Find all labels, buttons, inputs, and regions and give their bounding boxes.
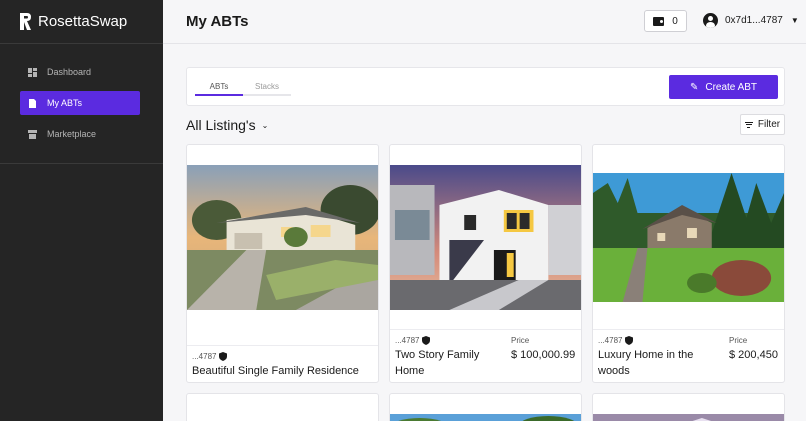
sidebar-item-my-abts[interactable]: My ABTs — [20, 91, 140, 115]
house-photo — [390, 165, 581, 310]
verified-shield-icon — [219, 352, 228, 361]
tabs-toolbar: ABTs Stacks ✎ Create ABT — [186, 67, 785, 106]
listing-card[interactable] — [389, 393, 582, 421]
sidebar-divider — [0, 163, 163, 164]
account-menu[interactable]: 0x7d1...4787 ▼ — [703, 13, 799, 28]
user-avatar-icon — [703, 13, 718, 28]
owner-address: ...4787 — [598, 336, 623, 345]
listing-card[interactable]: ...4787 Luxury Home in the woods Price $… — [592, 144, 785, 383]
wallet-count: 0 — [672, 15, 678, 27]
page-title: My ABTs — [186, 13, 249, 30]
create-abt-label: Create ABT — [705, 81, 758, 93]
house-photo — [593, 414, 784, 421]
card-owner: ...4787 — [395, 336, 431, 345]
store-icon — [28, 129, 37, 139]
house-photo — [390, 414, 581, 421]
card-info: ...4787 Two Story Family Home Price $ 10… — [390, 329, 581, 382]
sidebar-nav: Dashboard My ABTs Marketplace — [0, 44, 163, 146]
card-title: Beautiful Single Family Residence — [192, 365, 359, 377]
tab-stacks[interactable]: Stacks — [243, 82, 291, 96]
wallet-button[interactable]: 0 — [644, 10, 687, 32]
account-address: 0x7d1...4787 — [725, 15, 783, 26]
price-label: Price — [729, 336, 748, 345]
listing-card[interactable] — [186, 393, 379, 421]
create-abt-button[interactable]: ✎ Create ABT — [669, 75, 778, 99]
card-owner: ...4787 — [192, 352, 228, 361]
logo[interactable]: RosettaSwap — [0, 0, 163, 44]
top-header: My ABTs 0 0x7d1...4787 ▼ — [163, 0, 806, 44]
card-info: ...4787 Luxury Home in the woods Price $… — [593, 329, 784, 382]
card-title: Two Story Family Home — [395, 349, 480, 377]
listing-dropdown[interactable]: All Listing's ⌄ — [186, 117, 268, 133]
filter-icon — [744, 120, 753, 129]
listing-card[interactable]: ...4787 Two Story Family Home Price $ 10… — [389, 144, 582, 383]
card-info: ...4787 Beautiful Single Family Residenc… — [187, 345, 378, 382]
wallet-icon — [653, 16, 665, 26]
sidebar-item-label: Dashboard — [47, 67, 92, 77]
listing-card[interactable] — [592, 393, 785, 421]
dashboard-icon — [28, 67, 37, 77]
chevron-down-icon: ⌄ — [261, 120, 269, 130]
verified-shield-icon — [422, 336, 431, 345]
price-label: Price — [511, 336, 530, 345]
sidebar-item-marketplace[interactable]: Marketplace — [20, 122, 140, 146]
house-photo — [593, 173, 784, 302]
filter-button[interactable]: Filter — [740, 114, 785, 135]
listing-heading: All Listing's — [186, 117, 256, 133]
card-title: Luxury Home in the woods — [598, 349, 694, 377]
card-owner: ...4787 — [598, 336, 634, 345]
verified-shield-icon — [625, 336, 634, 345]
price-value: $ 100,000.99 — [511, 349, 576, 361]
chevron-down-icon: ▼ — [790, 16, 799, 25]
owner-address: ...4787 — [395, 336, 420, 345]
tab-abts[interactable]: ABTs — [195, 82, 243, 96]
sidebar: RosettaSwap Dashboard My ABTs Marketplac… — [0, 0, 163, 421]
sidebar-item-dashboard[interactable]: Dashboard — [20, 60, 140, 84]
price-value: $ 200,450 — [729, 349, 778, 361]
document-icon — [29, 98, 36, 108]
house-photo — [187, 165, 378, 310]
filter-label: Filter — [757, 119, 781, 130]
pencil-icon: ✎ — [689, 81, 699, 93]
sidebar-item-label: My ABTs — [47, 98, 83, 108]
rosettaswap-logo-icon — [20, 13, 31, 30]
listing-card[interactable]: ...4787 Beautiful Single Family Residenc… — [186, 144, 379, 383]
app-name: RosettaSwap — [38, 13, 128, 30]
sidebar-item-label: Marketplace — [47, 129, 97, 139]
owner-address: ...4787 — [192, 352, 217, 361]
